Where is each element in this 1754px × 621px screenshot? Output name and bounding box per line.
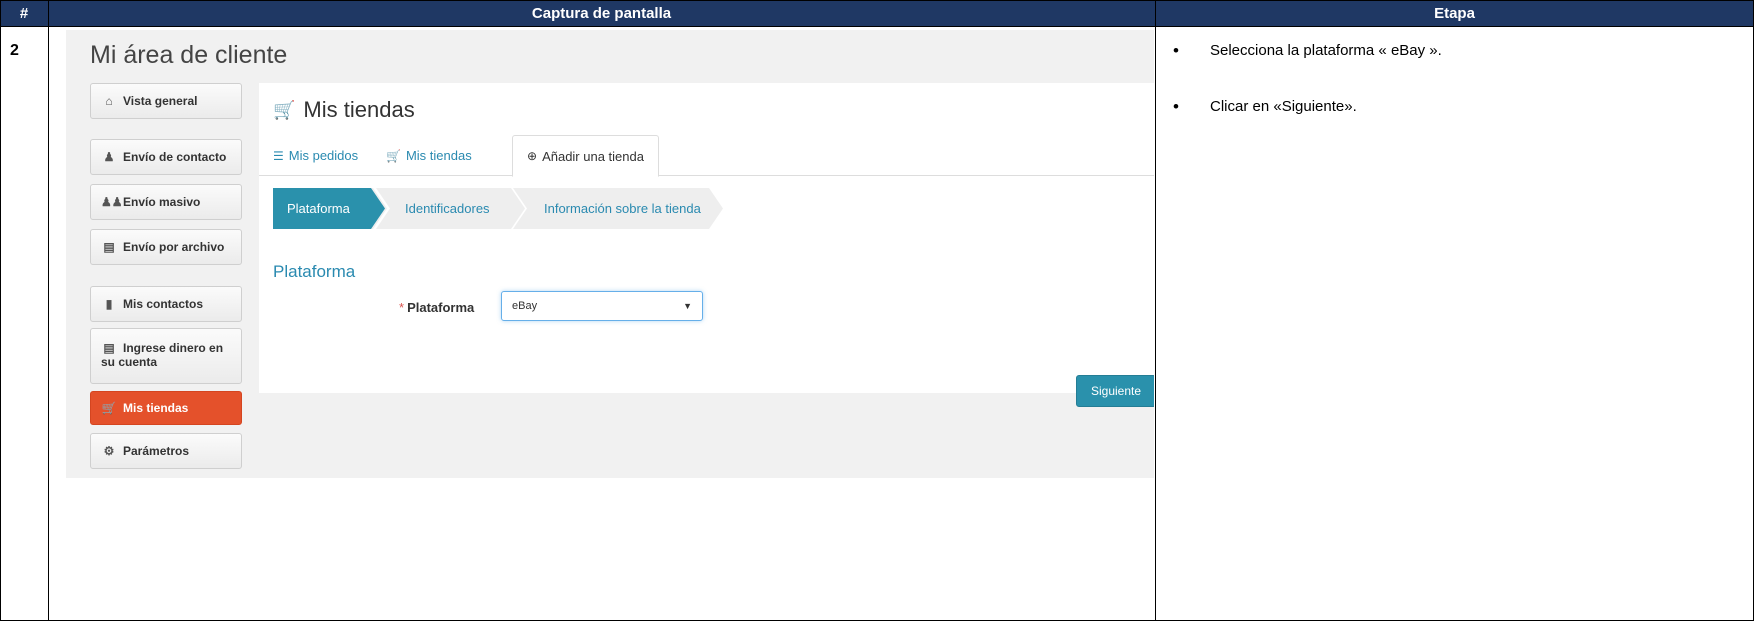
sidebar-item-parametros[interactable]: ⚙ Parámetros (90, 433, 242, 469)
sidebar-item-mis-contactos[interactable]: ▮ Mis contactos (90, 286, 242, 322)
next-button[interactable]: Siguiente (1076, 375, 1154, 407)
sidebar-item-label: Envío por archivo (123, 240, 225, 254)
tab-anadir-tienda[interactable]: ⊕ Añadir una tienda (512, 135, 659, 177)
sidebar-item-label: Ingrese dinero en (123, 341, 224, 355)
tab-mis-pedidos[interactable]: ☰ Mis pedidos (273, 135, 358, 176)
cart-icon: 🛒 (101, 401, 117, 415)
sidebar-item-label: Parámetros (123, 444, 190, 458)
tab-mis-tiendas[interactable]: 🛒 Mis tiendas (386, 135, 472, 176)
step-item: Clicar en «Siguiente». (1163, 97, 1743, 117)
tab-bar: ☰ Mis pedidos 🛒 Mis tiendas ⊕ Añadir una… (259, 135, 1154, 177)
sidebar-item-label: Vista general (123, 94, 198, 108)
sidebar-item-envio-archivo[interactable]: ▤ Envío por archivo (90, 229, 242, 265)
sidebar-item-envio-masivo[interactable]: ♟♟ Envío masivo (90, 184, 242, 220)
table-header-divider (0, 26, 1754, 27)
cogs-icon: ⚙ (103, 444, 115, 458)
page-title: Mi área de cliente (90, 41, 288, 69)
sidebar-item-envio-contacto[interactable]: ♟ Envío de contacto (90, 139, 242, 175)
sidebar-item-ingrese-dinero[interactable]: ▤ Ingrese dinero en su cuenta (90, 328, 242, 384)
tab-label: Mis pedidos (288, 148, 359, 163)
user-icon: ♟ (103, 150, 115, 164)
book-icon: ▮ (105, 297, 113, 311)
embedded-screenshot: Mi área de cliente ⌂ Vista general ♟ Env… (66, 30, 1154, 478)
save-icon: ▤ (103, 240, 115, 254)
instruction-table: # Captura de pantalla Etapa 2 Mi área de… (0, 0, 1754, 621)
credit-card-icon: ▤ (103, 341, 115, 355)
cart-icon: 🛒 (273, 99, 296, 120)
list-icon: ☰ (273, 148, 284, 163)
sidebar-item-label: su cuenta (101, 355, 158, 369)
platform-select[interactable]: eBay ▼ (501, 291, 703, 321)
table-border-top (0, 0, 1754, 1)
table-column-divider (1155, 0, 1156, 621)
sidebar-item-label: Mis tiendas (123, 401, 189, 415)
table-border-left (0, 0, 1, 621)
tab-label: Añadir una tienda (542, 148, 644, 164)
required-mark: * (399, 300, 405, 315)
sidebar-item-label: Envío de contacto (123, 150, 227, 164)
panel-title: 🛒 Mis tiendas (273, 97, 415, 123)
platform-field-label: * Plataforma (399, 300, 474, 315)
select-value: eBay (512, 300, 538, 312)
sidebar-item-label: Envío masivo (123, 195, 201, 209)
section-title: Plataforma (273, 262, 356, 281)
step-item: Selecciona la plataforma « eBay ». (1163, 41, 1743, 61)
sidebar-item-vista-general[interactable]: ⌂ Vista general (90, 83, 242, 119)
tab-label: Mis tiendas (405, 148, 472, 163)
field-label-text: Plataforma (407, 300, 475, 315)
step-list: Selecciona la plataforma « eBay ». Clica… (1163, 41, 1743, 154)
table-column-divider (48, 0, 49, 621)
stores-panel: 🛒 Mis tiendas ☰ Mis pedidos 🛒 Mis tienda… (259, 83, 1154, 407)
wizard-step-identificadores[interactable]: Identificadores (405, 188, 490, 229)
panel-title-text: Mis tiendas (303, 97, 415, 122)
users-icon: ♟♟ (101, 195, 123, 209)
wizard-step-informacion[interactable]: Información sobre la tienda (544, 188, 701, 229)
home-icon: ⌂ (105, 94, 113, 108)
chevron-down-icon: ▼ (683, 301, 692, 311)
sidebar-item-mis-tiendas[interactable]: 🛒 Mis tiendas (90, 391, 242, 425)
column-header-step: Etapa (1155, 0, 1754, 26)
plus-circle-icon: ⊕ (527, 149, 538, 163)
cart-icon: 🛒 (386, 148, 401, 163)
column-header-number: # (0, 0, 48, 26)
wizard-step-plataforma[interactable]: Plataforma (287, 188, 350, 229)
row-number: 2 (10, 42, 19, 59)
column-header-screenshot: Captura de pantalla (48, 0, 1155, 26)
sidebar-item-label: Mis contactos (123, 297, 204, 311)
wizard-steps: Plataforma Identificadores Información s… (273, 188, 723, 229)
